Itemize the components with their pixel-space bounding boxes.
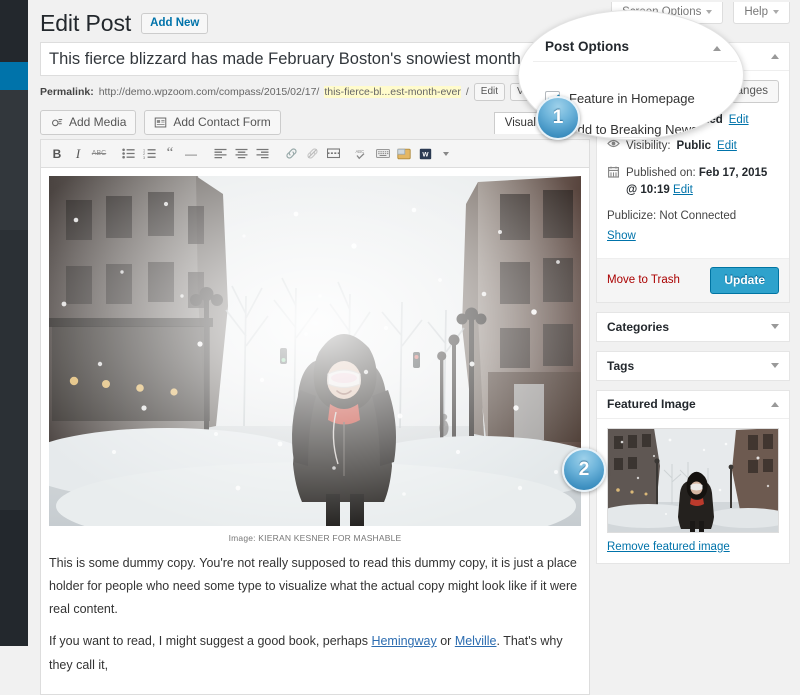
camera-icon (51, 118, 63, 126)
form-icon (155, 117, 167, 127)
rail-menu-group-middle[interactable] (0, 230, 28, 510)
featured-thumb-blizzard (608, 428, 778, 532)
add-new-button[interactable]: Add New (141, 13, 209, 34)
publish-panel-footer: Move to Trash Update (597, 257, 789, 302)
link-melville[interactable]: Melville (455, 634, 497, 648)
featured-image-panel-body: Remove featured image (597, 419, 789, 563)
add-contact-form-button[interactable]: Add Contact Form (144, 110, 281, 135)
tags-panel: Tags (596, 350, 790, 381)
add-contact-form-label: Add Contact Form (173, 115, 271, 129)
svg-text:3: 3 (143, 156, 145, 159)
chevron-up-icon[interactable] (771, 401, 779, 407)
callout-badge-2: 2 (562, 448, 606, 492)
featured-image-panel-header[interactable]: Featured Image (597, 391, 789, 419)
svg-text:ABC: ABC (356, 149, 365, 154)
numbered-list-icon[interactable]: 123 (139, 144, 159, 164)
tags-panel-title: Tags (607, 358, 635, 373)
permalink-trail: / (465, 86, 469, 98)
edit-permalink-button[interactable]: Edit (473, 83, 506, 101)
main-column: This fierce blizzard has made February B… (40, 42, 646, 695)
permalink-label: Permalink: (40, 86, 94, 98)
italic-icon[interactable]: I (68, 144, 88, 164)
publicize-show-row: Show (607, 228, 779, 246)
page-title: Edit Post (40, 10, 132, 36)
media-buttons-row: Add Media Add Contact Form Visual Text (40, 110, 590, 135)
paragraph-2-pre: If you want to read, I might suggest a g… (49, 634, 372, 649)
update-button[interactable]: Update (710, 266, 779, 294)
horizontal-rule-icon[interactable]: — (181, 144, 201, 164)
bold-icon[interactable]: B (47, 144, 67, 164)
categories-panel-title: Categories (607, 319, 670, 334)
visibility-row: Visibility: Public Edit (607, 138, 779, 155)
page-heading: Edit Post Add New (40, 10, 209, 37)
chevron-down-icon (773, 10, 779, 14)
add-media-button[interactable]: Add Media (40, 110, 137, 135)
keyboard-shortcuts-icon[interactable] (373, 144, 393, 164)
eye-icon (607, 138, 620, 148)
blizzard-street-scene (49, 176, 581, 526)
publicize-show-link[interactable]: Show (607, 230, 636, 242)
post-title-input[interactable]: This fierce blizzard has made February B… (40, 42, 590, 76)
unlink-icon[interactable] (302, 144, 322, 164)
align-center-icon[interactable] (231, 144, 251, 164)
align-left-icon[interactable] (210, 144, 230, 164)
add-media-label: Add Media (69, 115, 127, 129)
paragraph-2-mid: or (436, 634, 455, 649)
tags-panel-header[interactable]: Tags (597, 352, 789, 380)
read-more-icon[interactable] (323, 144, 343, 164)
chevron-down-icon[interactable] (771, 363, 779, 369)
admin-sidebar-rail[interactable] (0, 0, 36, 646)
categories-panel-header[interactable]: Categories (597, 313, 789, 341)
fullscreen-icon[interactable] (394, 144, 414, 164)
chevron-down-icon[interactable] (771, 324, 779, 330)
post-editor: B I ABC 123 “ — ABC W Image: KIERAN KESN… (40, 139, 590, 695)
bulleted-list-icon[interactable] (118, 144, 138, 164)
visibility-label: Visibility: (626, 140, 671, 153)
calendar-icon (607, 165, 620, 178)
visibility-value: Public (676, 140, 712, 153)
editor-toolbar: B I ABC 123 “ — ABC W (41, 140, 589, 168)
chevron-up-icon[interactable] (771, 54, 779, 59)
published-label: Published on: (626, 166, 696, 179)
featured-image-panel: Featured Image Remove featured image (596, 389, 790, 564)
spellcheck-icon[interactable]: ABC (352, 144, 372, 164)
move-to-trash-button[interactable]: Move to Trash (607, 274, 680, 286)
help-label: Help (744, 6, 768, 18)
link-hemingway[interactable]: Hemingway (371, 634, 436, 648)
permalink-slug[interactable]: this-fierce-bl...est-month-ever (324, 86, 461, 98)
published-edit-link[interactable]: Edit (673, 184, 693, 196)
featured-image-thumbnail[interactable] (607, 427, 779, 533)
published-on-text: Published on: Feb 17, 2015 @ 10:19 Edit (626, 165, 779, 200)
published-on-row: Published on: Feb 17, 2015 @ 10:19 Edit (607, 165, 779, 200)
post-featured-photo (49, 176, 581, 526)
add-to-breaking-news-label: Add to Breaking News (569, 122, 698, 137)
chevron-up-icon[interactable] (713, 46, 721, 51)
callout-badge-1: 1 (536, 96, 580, 140)
editor-content-area[interactable]: Image: KIERAN KESNER FOR MASHABLE This i… (41, 168, 589, 694)
svg-text:W: W (422, 151, 429, 158)
rail-menu-group-lower[interactable] (0, 510, 28, 646)
image-caption: Image: KIERAN KESNER FOR MASHABLE (228, 533, 402, 543)
insert-link-icon[interactable] (281, 144, 301, 164)
strikethrough-icon[interactable]: ABC (89, 144, 109, 164)
paste-from-word-icon[interactable]: W (415, 144, 435, 164)
permalink-base: http://demo.wpzoom.com/compass/2015/02/1… (98, 86, 320, 98)
sidebar-item-posts-active[interactable] (0, 62, 36, 90)
featured-image-panel-title: Featured Image (607, 397, 696, 412)
body-paragraph-1: This is some dummy copy. You're not real… (49, 556, 578, 617)
toolbar-toggle-icon[interactable] (436, 144, 456, 164)
permalink-row: Permalink: http://demo.wpzoom.com/compas… (40, 83, 646, 101)
rail-menu-group-upper[interactable] (0, 90, 28, 230)
align-right-icon[interactable] (252, 144, 272, 164)
publicize-status: Publicize: Not Connected (607, 210, 737, 222)
categories-panel: Categories (596, 311, 790, 342)
blockquote-icon[interactable]: “ (160, 144, 180, 164)
divider (533, 61, 737, 62)
feature-in-homepage-label: Feature in Homepage (569, 91, 695, 106)
remove-featured-image-link[interactable]: Remove featured image (607, 541, 779, 553)
body-paragraph-2: If you want to read, I might suggest a g… (49, 630, 581, 676)
visibility-edit-link[interactable]: Edit (717, 138, 737, 155)
post-options-title: Post Options (545, 39, 629, 54)
